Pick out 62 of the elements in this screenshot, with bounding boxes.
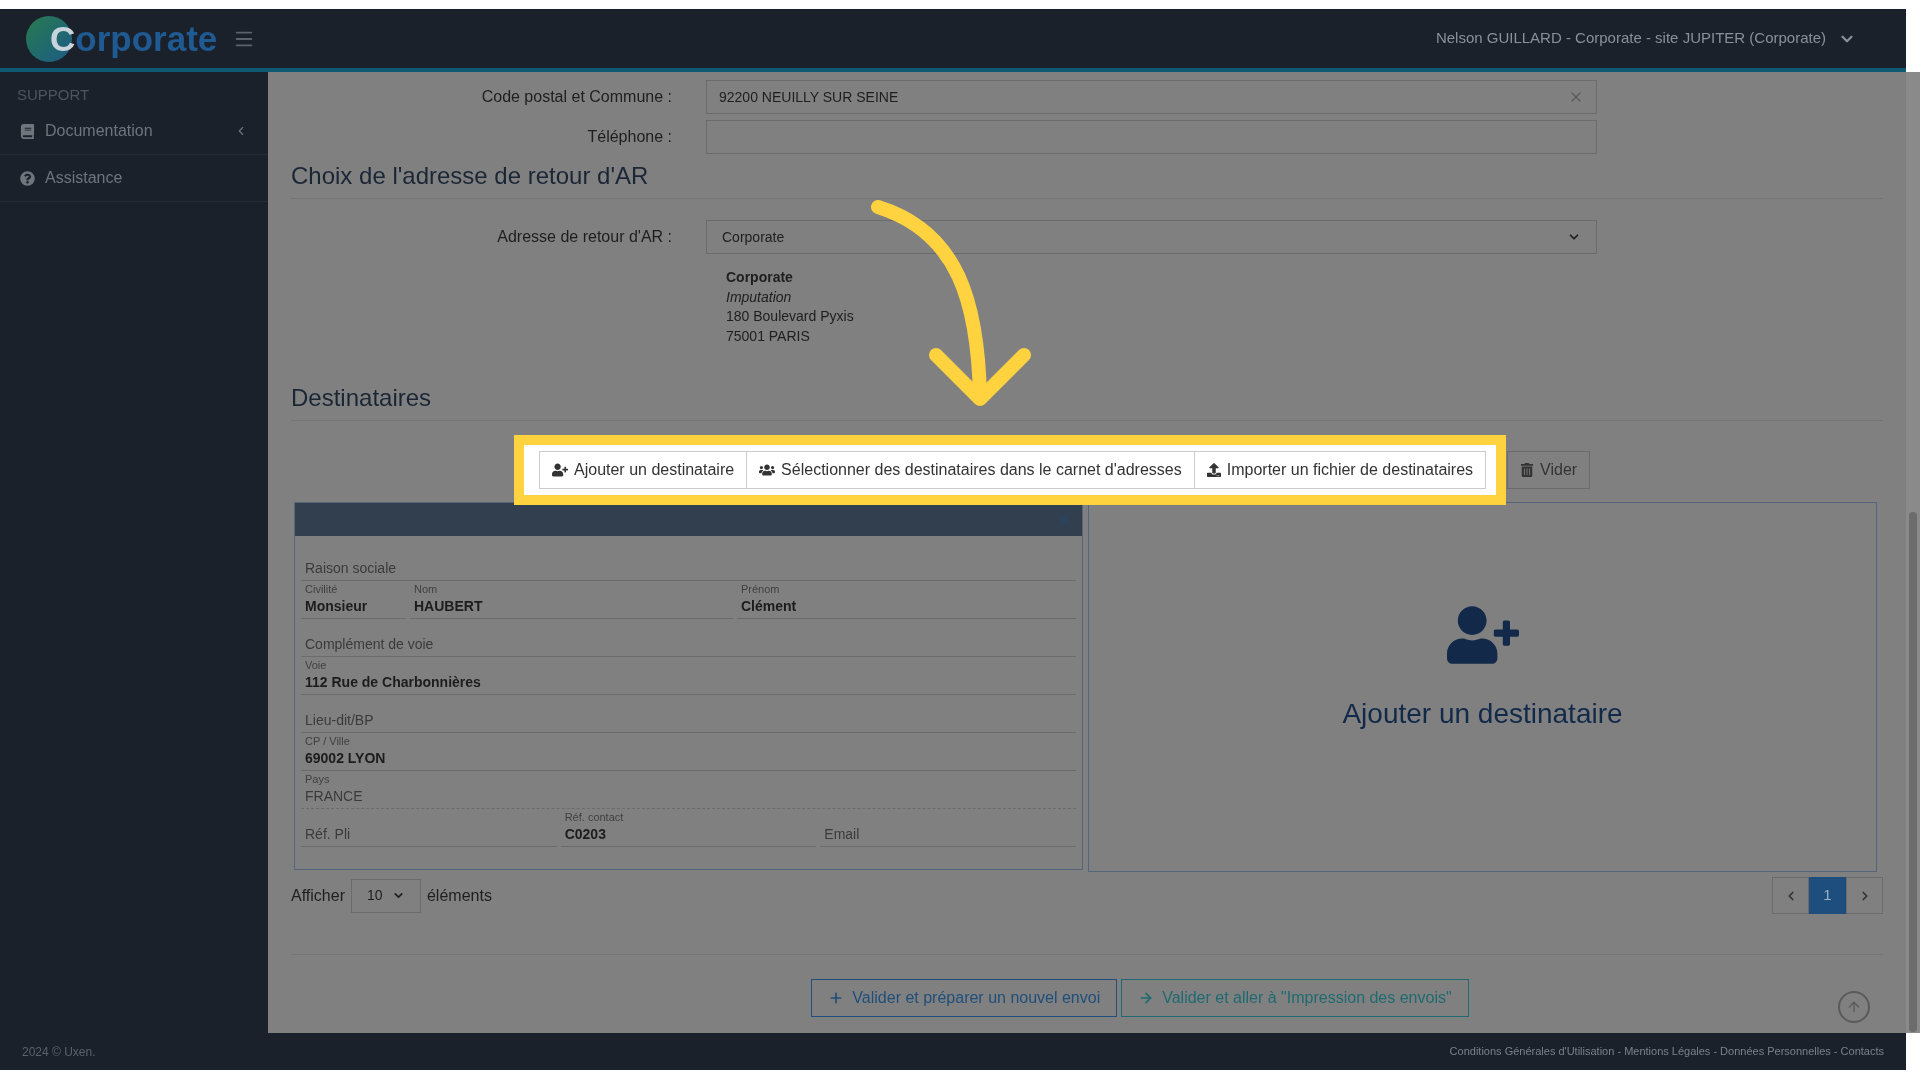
- field-label: Pays: [305, 773, 331, 786]
- field-label: Réf. contact: [564, 811, 625, 824]
- footer-links[interactable]: Conditions Générales d'Utilisation - Mentions Légales - Données Personnelles - Contacts: [1449, 1043, 1884, 1060]
- input-field[interactable]: Réf. contact C0203: [560, 809, 817, 847]
- input-field[interactable]: Civilité Monsieur: [301, 581, 406, 619]
- page-size-label: Afficher: [291, 885, 345, 906]
- input-field[interactable]: Prénom Clément: [737, 581, 1076, 619]
- field-label: Code postal et Commune :: [480, 87, 672, 107]
- toolbar-button[interactable]: Importer un fichier de destinataires: [1193, 451, 1487, 489]
- select-field[interactable]: Corporate: [706, 220, 1597, 254]
- input-field[interactable]: Lieu-dit/BP: [301, 695, 1076, 733]
- logo: Corporate: [26, 15, 218, 62]
- address-line: 180 Boulevard Pyxis: [726, 307, 855, 326]
- input-field[interactable]: Raison sociale: [301, 543, 1076, 581]
- book-icon: [20, 123, 35, 139]
- trash-icon: [1520, 463, 1535, 477]
- previous-page-button[interactable]: [1772, 877, 1809, 914]
- input-field[interactable]: Réf. Pli: [301, 809, 557, 847]
- toolbar-button[interactable]: Ajouter un destinataire: [539, 451, 748, 489]
- users-icon: [759, 462, 776, 478]
- field-label: Adresse de retour d'AR :: [496, 227, 672, 247]
- input-field[interactable]: 92200 NEUILLY SUR SEINE: [706, 80, 1597, 114]
- field-value: 69002 LYON: [305, 749, 387, 768]
- field-value: FRANCE: [305, 787, 364, 806]
- add-recipient-panel[interactable]: Ajouter un destinataire: [1088, 502, 1877, 872]
- back-to-top-button[interactable]: [1838, 991, 1870, 1023]
- section-heading: Choix de l'adresse de retour d'AR: [291, 158, 1883, 199]
- section-heading: Destinataires: [291, 380, 1883, 421]
- sidebar-item[interactable]: Documentation: [0, 108, 268, 155]
- field-label: Téléphone :: [586, 127, 672, 147]
- field-label: CP / Ville: [305, 735, 351, 748]
- field-value: 92200 NEUILLY SUR SEINE: [719, 87, 899, 107]
- field-label: Prénom: [741, 583, 781, 596]
- field-value: Clément: [741, 597, 798, 616]
- field-value: C0203: [564, 825, 607, 844]
- input-field[interactable]: Nom HAUBERT: [410, 581, 733, 619]
- help-icon: [20, 170, 35, 186]
- page-size-suffix: éléments: [426, 885, 492, 906]
- field-label: Nom: [414, 583, 439, 596]
- upload-icon: [1206, 463, 1221, 477]
- input-field[interactable]: Complément de voie: [301, 619, 1076, 657]
- user-plus-icon: [552, 462, 568, 478]
- input-field[interactable]: CP / Ville 69002 LYON: [301, 733, 1076, 771]
- panel-label: Ajouter un destinataire: [1342, 697, 1623, 731]
- address-line: Imputation: [726, 287, 793, 307]
- page-size-select[interactable]: 10: [350, 878, 421, 913]
- toolbar-button[interactable]: Sélectionner des destinataires dans le carnet d'adresses: [746, 451, 1195, 489]
- page-button[interactable]: 1: [1809, 877, 1846, 914]
- field-value: Monsieur: [305, 597, 369, 616]
- copyright: 2024 © Uxen.: [22, 1043, 96, 1061]
- field-label: Voie: [305, 659, 328, 672]
- next-page-button[interactable]: [1846, 877, 1883, 914]
- input-field[interactable]: Email: [820, 809, 1076, 847]
- submit-button[interactable]: Valider et préparer un nouvel envoi: [811, 979, 1118, 1017]
- user-menu[interactable]: Nelson GUILLARD - Corporate - site JUPITER (Corporate): [1435, 27, 1826, 50]
- toolbar-button[interactable]: Vider: [1507, 451, 1591, 489]
- address-line: Corporate: [726, 268, 794, 287]
- field-label: Civilité: [305, 583, 339, 596]
- field-value: HAUBERT: [414, 597, 484, 616]
- field-value: 112 Rue de Charbonnières: [305, 673, 482, 692]
- input-field[interactable]: Voie 112 Rue de Charbonnières: [301, 657, 1076, 695]
- address-line: 75001 PARIS: [726, 326, 811, 346]
